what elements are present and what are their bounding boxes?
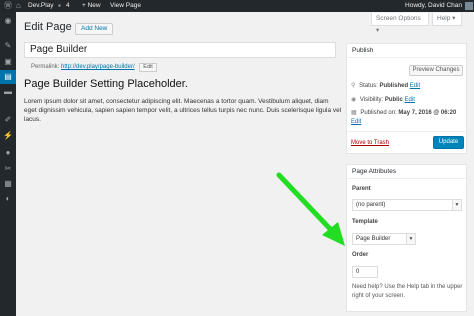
pages-icon[interactable]: ▤ xyxy=(0,70,16,84)
post-title-input[interactable]: Page Builder xyxy=(24,42,336,58)
comment-icon[interactable]: ▬ xyxy=(3,87,13,97)
parent-label: Parent xyxy=(352,186,371,192)
pin-icon[interactable]: ✎ xyxy=(3,41,13,51)
page-attributes-title[interactable]: Page Attributes xyxy=(347,165,466,179)
content-heading: Page Builder Setting Placeholder. xyxy=(24,78,188,90)
status-value: Published xyxy=(379,83,409,89)
admin-sidebar-menu: ◉ ✎ ▣ ▤ ▬ ✐ ⚡ ● ✂ ▦ ◐ xyxy=(0,12,16,316)
collapse-icon[interactable]: ◐ xyxy=(3,194,13,204)
edit-slug-button[interactable]: Edit xyxy=(139,63,157,72)
media-icon[interactable]: ▣ xyxy=(3,57,13,67)
published-date-edit-link[interactable]: Edit xyxy=(351,119,361,125)
site-name-link[interactable]: Dev.Play xyxy=(28,0,54,12)
brush-icon[interactable]: ✐ xyxy=(3,115,13,125)
chevron-down-icon: ▼ xyxy=(452,200,461,210)
view-page-link[interactable]: View Page xyxy=(110,0,141,12)
page-title: Edit Page xyxy=(24,21,72,33)
admin-bar: Ⓦ ⌂ Dev.Play ▪ 4 + New View Page Howdy, … xyxy=(0,0,474,12)
help-text: Need help? Use the Help tab in the upper… xyxy=(352,284,463,299)
published-date-row: ▦ Published on: May 7, 2016 @ 06:20 xyxy=(351,110,457,116)
template-label: Template xyxy=(352,219,378,225)
add-new-button[interactable]: Add New xyxy=(75,23,114,35)
visibility-value: Public xyxy=(384,97,403,103)
settings-icon[interactable]: ▦ xyxy=(3,179,13,189)
permalink-row: Permalink: http://dev.play/page-builder/… xyxy=(31,63,157,72)
comments-count[interactable]: 4 xyxy=(66,0,70,12)
status-row: ⚲ Status: Published Edit xyxy=(351,83,421,89)
user-icon[interactable]: ● xyxy=(3,148,13,158)
pin-icon: ⚲ xyxy=(351,83,356,89)
comment-icon[interactable]: ▪ xyxy=(58,0,61,12)
content-body: Lorem ipsum dolor sit amet, consectetur … xyxy=(24,98,342,123)
update-button[interactable]: Update xyxy=(433,136,464,149)
howdy-user-link[interactable]: Howdy, David Chan xyxy=(405,0,462,12)
screen-options-tab[interactable]: Screen Options ▾ xyxy=(371,13,429,34)
dashboard-icon[interactable]: ◉ xyxy=(3,16,13,26)
published-date-value: May 7, 2016 @ 06:20 xyxy=(398,110,457,116)
order-label: Order xyxy=(352,252,369,258)
preview-changes-button[interactable]: Preview Changes xyxy=(409,65,463,76)
permalink-label: Permalink: xyxy=(31,64,60,70)
visibility-row: ◉ Visibility: Public Edit xyxy=(351,97,415,103)
move-to-trash-link[interactable]: Move to Trash xyxy=(351,139,389,148)
parent-select[interactable]: (no parent) ▼ xyxy=(352,199,462,211)
calendar-icon: ▦ xyxy=(351,110,357,116)
order-input[interactable]: 0 xyxy=(352,266,378,278)
avatar[interactable] xyxy=(465,2,473,10)
visibility-edit-link[interactable]: Edit xyxy=(405,97,415,103)
eye-icon: ◉ xyxy=(351,97,357,103)
page-attributes-panel: Page Attributes Parent (no parent) ▼ Tem… xyxy=(346,164,467,312)
wordpress-icon[interactable]: Ⓦ xyxy=(4,0,12,12)
new-content-link[interactable]: + New xyxy=(82,0,101,12)
wrench-icon[interactable]: ✂ xyxy=(3,164,13,174)
publish-panel-title[interactable]: Publish xyxy=(347,44,466,58)
publish-panel: Publish Preview Changes ⚲ Status: Publis… xyxy=(346,43,467,154)
template-select[interactable]: Page Builder ▼ xyxy=(352,233,416,245)
help-tab[interactable]: Help ▾ xyxy=(432,13,462,26)
plugin-icon[interactable]: ⚡ xyxy=(3,131,13,141)
home-icon[interactable]: ⌂ xyxy=(16,0,21,12)
permalink-url[interactable]: http://dev.play/page-builder/ xyxy=(61,64,135,70)
chevron-down-icon: ▼ xyxy=(406,234,415,244)
status-edit-link[interactable]: Edit xyxy=(410,83,420,89)
publish-actions-divider xyxy=(347,131,466,132)
